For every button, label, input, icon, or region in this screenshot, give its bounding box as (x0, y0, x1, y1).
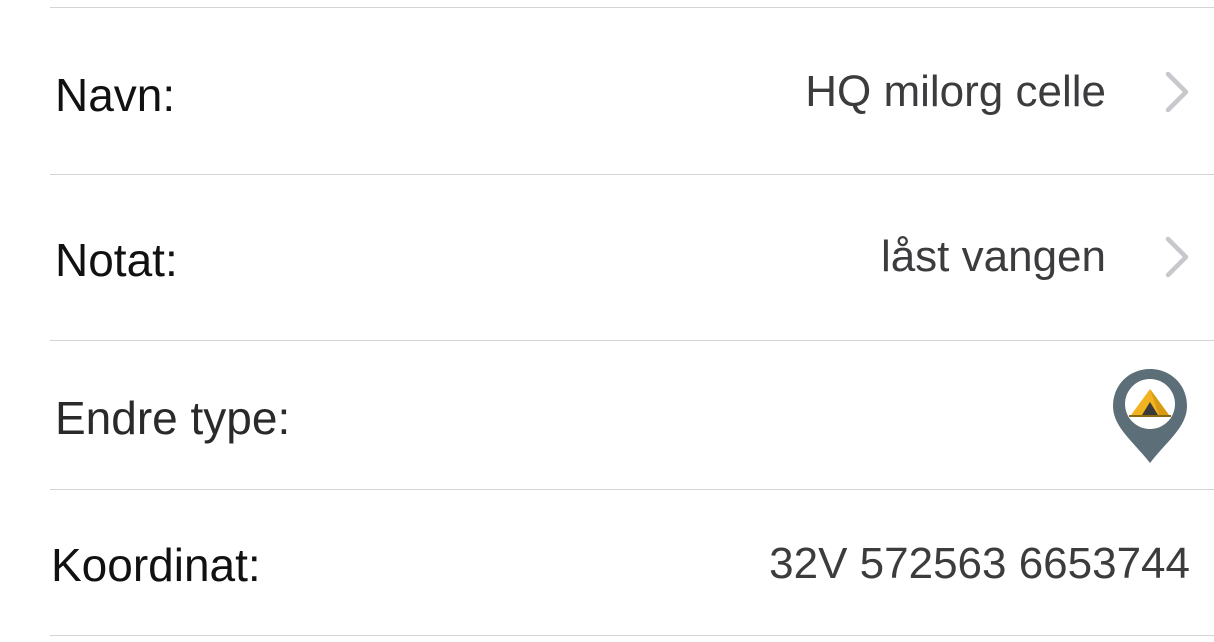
tent-marker-icon[interactable] (1111, 367, 1189, 465)
coordinate-row: Koordinat: 32V 572563 6653744 (0, 490, 1214, 635)
coordinate-value: 32V 572563 6653744 (769, 539, 1190, 588)
note-label: Notat: (55, 234, 178, 286)
note-value: låst vangen (880, 232, 1106, 281)
change-type-row[interactable]: Endre type: (0, 341, 1214, 489)
name-value: HQ milorg celle (805, 67, 1106, 116)
chevron-right-icon (1165, 236, 1189, 278)
name-label: Navn: (55, 69, 176, 121)
divider (50, 635, 1214, 636)
change-type-label: Endre type: (55, 392, 291, 444)
coordinate-label: Koordinat: (51, 539, 261, 591)
chevron-right-icon (1165, 71, 1189, 113)
note-row[interactable]: Notat: låst vangen (0, 175, 1214, 340)
name-row[interactable]: Navn: HQ milorg celle (0, 8, 1214, 174)
